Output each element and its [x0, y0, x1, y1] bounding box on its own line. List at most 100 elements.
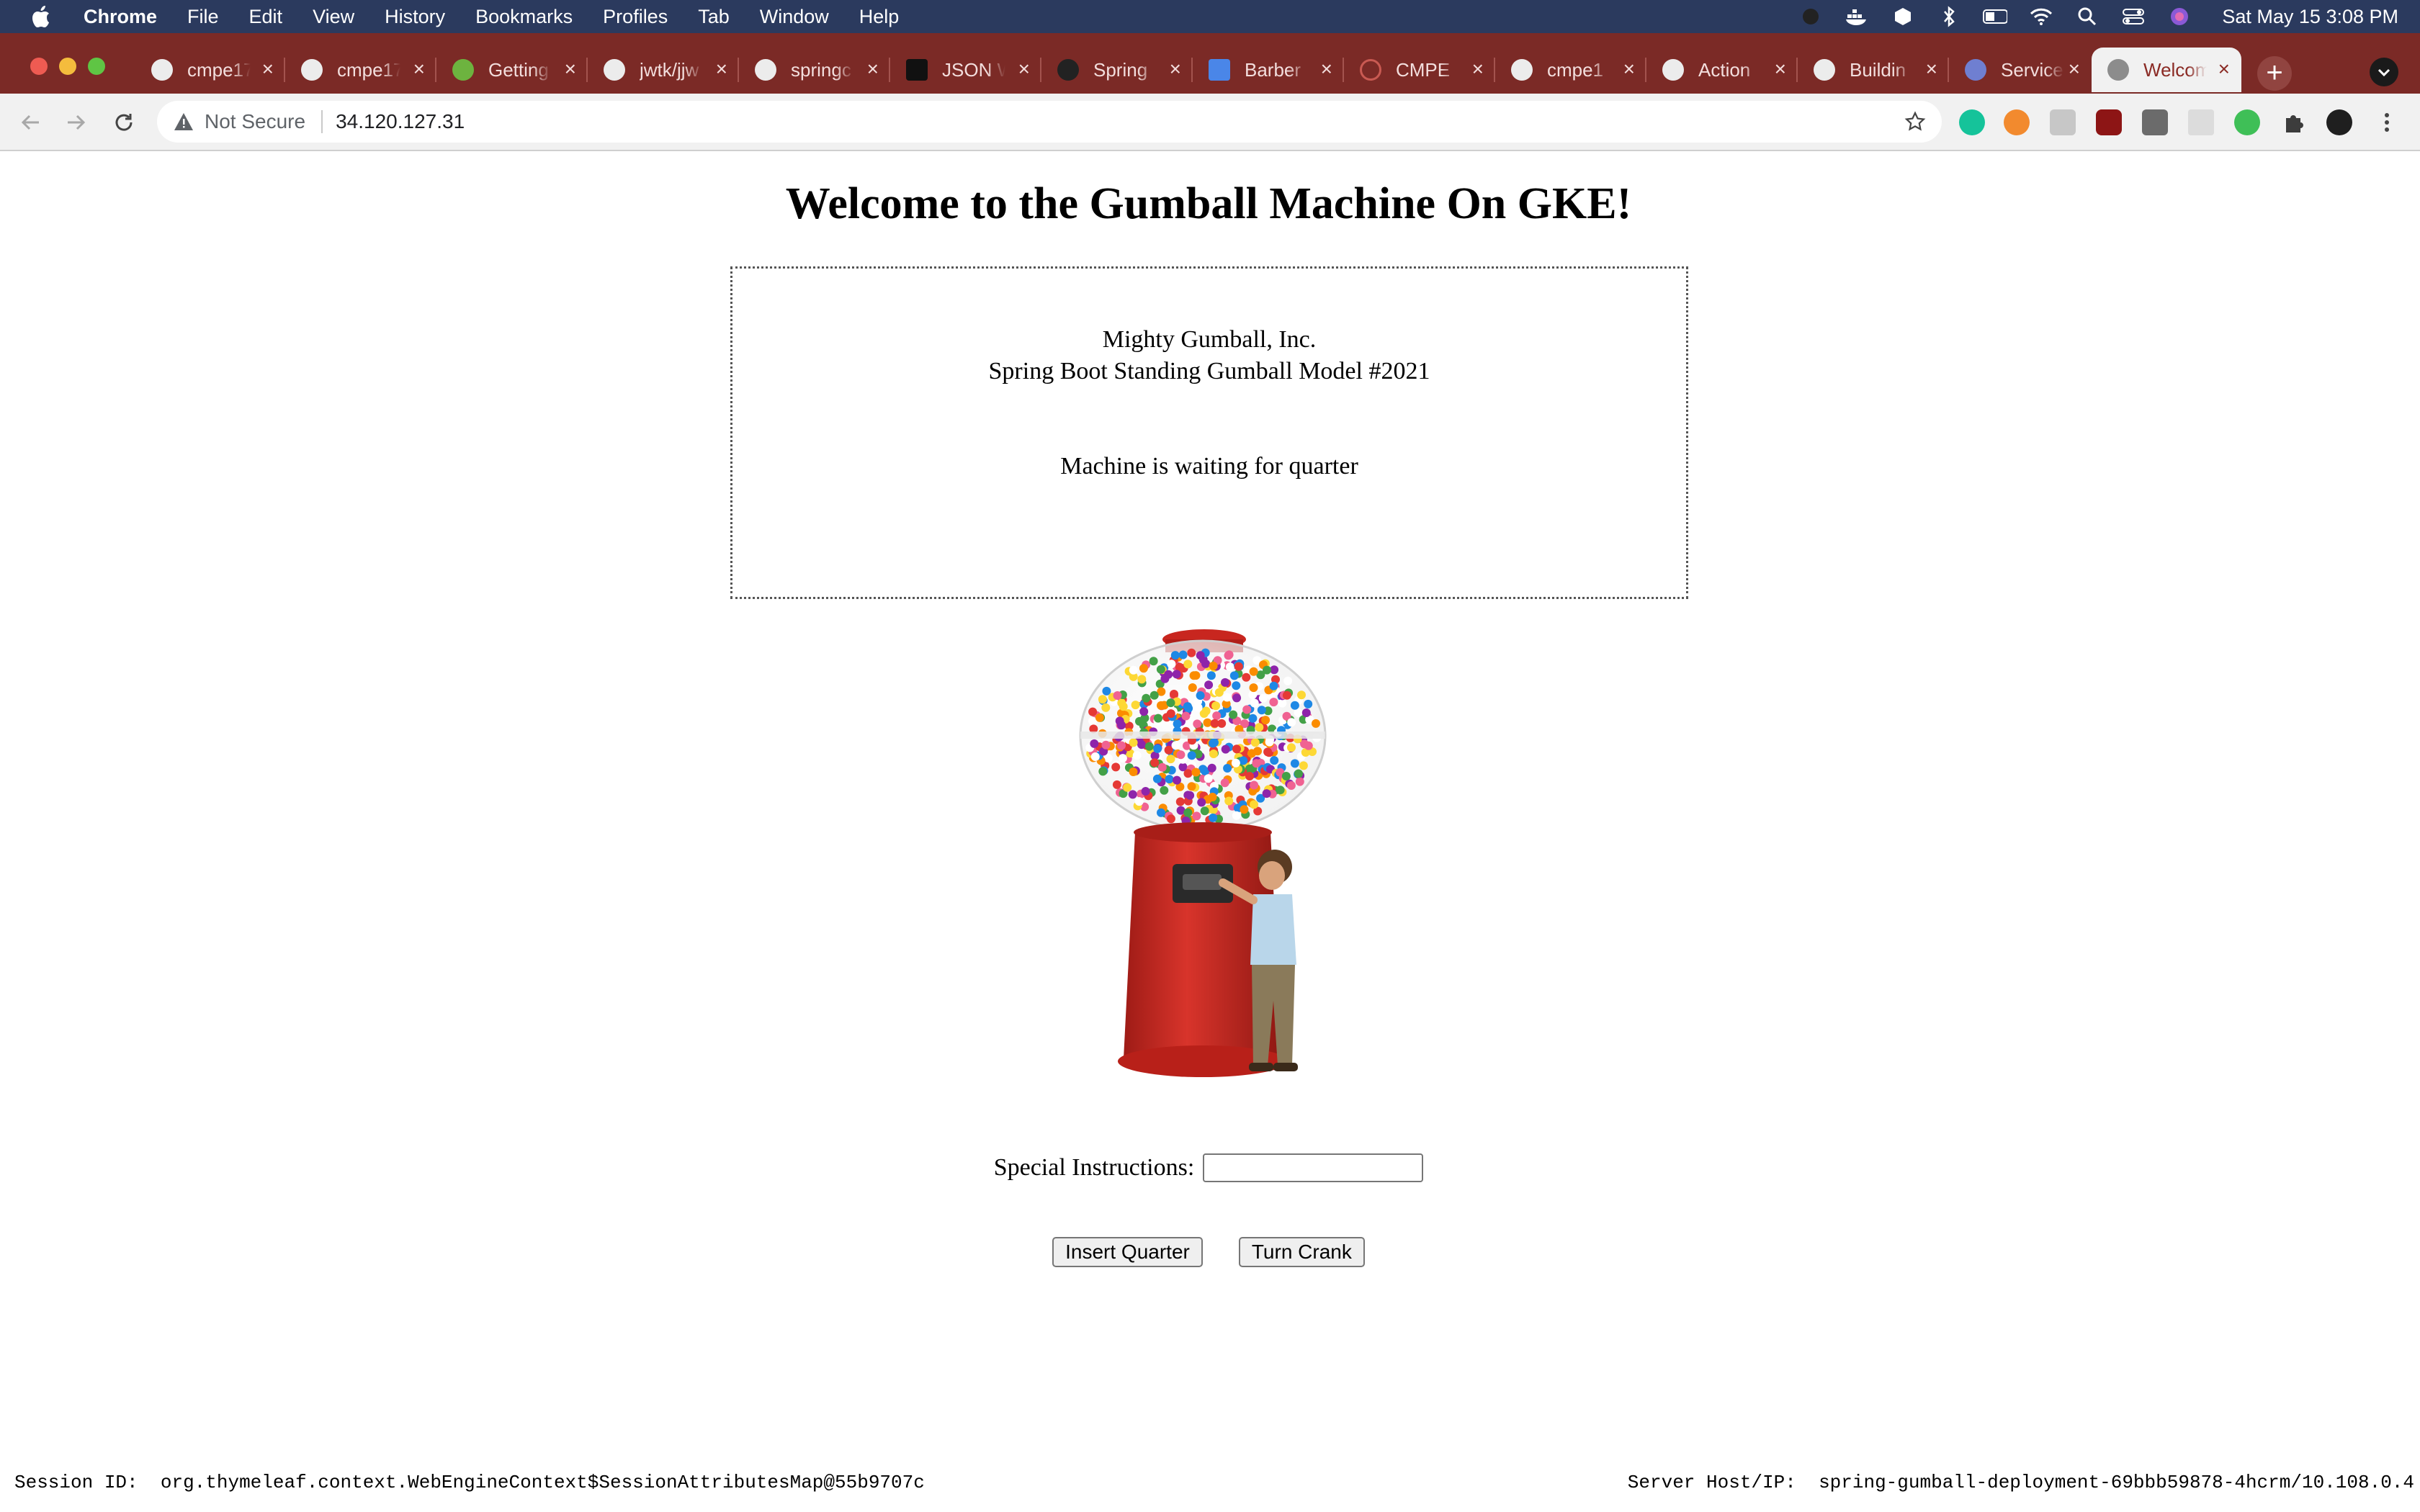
gumball: [1172, 670, 1181, 679]
forward-button[interactable]: [62, 108, 91, 137]
address-bar[interactable]: Not Secure 34.120.127.31: [157, 101, 1942, 143]
special-instructions-input[interactable]: [1203, 1153, 1424, 1182]
gumball: [1160, 674, 1170, 683]
close-window-icon[interactable]: [30, 58, 48, 75]
siri-icon[interactable]: [2167, 6, 2192, 27]
menubar-clock[interactable]: Sat May 15 3:08 PM: [2222, 6, 2398, 28]
close-tab-icon[interactable]: ×: [1775, 59, 1786, 79]
gumball: [1214, 688, 1224, 697]
browser-tab[interactable]: CMPE ×: [1344, 48, 1495, 92]
insert-quarter-button[interactable]: Insert Quarter: [1052, 1237, 1203, 1267]
profile-avatar[interactable]: [2326, 109, 2352, 135]
apple-logo-icon[interactable]: [29, 4, 53, 29]
close-tab-icon[interactable]: ×: [716, 59, 727, 79]
browser-tab[interactable]: springc ×: [739, 48, 890, 92]
control-center-icon[interactable]: [2121, 6, 2146, 27]
gumball: [1265, 737, 1274, 747]
kebab-menu-icon[interactable]: [2374, 109, 2400, 135]
gumball: [1297, 690, 1306, 700]
menu-history[interactable]: History: [385, 6, 445, 28]
gumball: [1166, 814, 1175, 824]
close-tab-icon[interactable]: ×: [1321, 59, 1332, 79]
gumball: [1250, 780, 1259, 790]
green-extension-icon[interactable]: [2234, 109, 2260, 135]
browser-tab[interactable]: Getting ×: [436, 48, 588, 92]
close-tab-icon[interactable]: ×: [1623, 59, 1635, 79]
browser-tab[interactable]: Action ×: [1646, 48, 1798, 92]
security-label[interactable]: Not Secure: [205, 110, 305, 133]
browser-tab[interactable]: Service ×: [1949, 48, 2092, 92]
close-tab-icon[interactable]: ×: [1018, 59, 1030, 79]
browser-tab[interactable]: jwtk/jjw ×: [588, 48, 739, 92]
bookmark-star-icon[interactable]: [1904, 111, 1926, 132]
gumball: [1201, 659, 1210, 668]
browser-tab[interactable]: Buildin ×: [1798, 48, 1949, 92]
battery-icon[interactable]: [1983, 6, 2008, 27]
gray-extension-icon[interactable]: [2050, 109, 2076, 135]
gumball: [1149, 657, 1158, 666]
wifi-icon[interactable]: [2029, 6, 2053, 27]
close-tab-icon[interactable]: ×: [1170, 59, 1181, 79]
close-tab-icon[interactable]: ×: [2069, 59, 2080, 79]
gumball: [1231, 758, 1240, 768]
gumball: [1166, 709, 1175, 719]
gumball: [1187, 648, 1196, 657]
gumball: [1196, 651, 1205, 660]
close-tab-icon[interactable]: ×: [1926, 59, 1937, 79]
orange-extension-icon[interactable]: [2004, 109, 2030, 135]
spotlight-search-icon[interactable]: [2075, 6, 2099, 27]
menu-edit[interactable]: Edit: [249, 6, 283, 28]
record-icon[interactable]: [1798, 6, 1823, 27]
browser-tab[interactable]: Spring ×: [1041, 48, 1193, 92]
gumball: [1186, 791, 1195, 800]
close-tab-icon[interactable]: ×: [1472, 59, 1484, 79]
menu-bookmarks[interactable]: Bookmarks: [475, 6, 573, 28]
kubernetes-icon: [1965, 59, 1986, 81]
window-extension-icon[interactable]: [2188, 109, 2214, 135]
back-button[interactable]: [16, 108, 45, 137]
browser-tab[interactable]: cmpe17 ×: [285, 48, 436, 92]
menu-view[interactable]: View: [313, 6, 354, 28]
close-tab-icon[interactable]: ×: [2218, 59, 2230, 79]
grammarly-extension-icon[interactable]: [1959, 109, 1985, 135]
close-tab-icon[interactable]: ×: [867, 59, 879, 79]
menu-file[interactable]: File: [187, 6, 219, 28]
gumball: [1210, 738, 1219, 747]
new-tab-button[interactable]: +: [2257, 56, 2292, 91]
gumball: [1257, 706, 1266, 715]
tab-search-button[interactable]: [2370, 58, 2398, 86]
turn-crank-button[interactable]: Turn Crank: [1238, 1237, 1365, 1267]
browser-tab[interactable]: Barber ×: [1193, 48, 1344, 92]
browser-tab[interactable]: JSON W ×: [890, 48, 1041, 92]
menu-help[interactable]: Help: [859, 6, 900, 28]
zoom-window-icon[interactable]: [88, 58, 105, 75]
minimize-window-icon[interactable]: [59, 58, 76, 75]
menu-tab[interactable]: Tab: [698, 6, 730, 28]
tab-title: Getting: [488, 58, 549, 81]
close-tab-icon[interactable]: ×: [413, 59, 425, 79]
puzzle-extensions-icon[interactable]: [2280, 109, 2306, 135]
menu-app-name[interactable]: Chrome: [84, 6, 157, 28]
warning-icon[interactable]: [173, 111, 194, 132]
browser-tab[interactable]: cmpe1 ×: [1495, 48, 1646, 92]
docker-icon[interactable]: [1845, 6, 1869, 27]
close-tab-icon[interactable]: ×: [565, 59, 576, 79]
docs-icon: [1209, 59, 1230, 81]
ublock-extension-icon[interactable]: [2096, 109, 2122, 135]
gumball: [1250, 738, 1260, 747]
menu-profiles[interactable]: Profiles: [603, 6, 668, 28]
special-instructions-row: Special Instructions:: [0, 1153, 2417, 1182]
close-tab-icon[interactable]: ×: [262, 59, 274, 79]
browser-tab[interactable]: cmpe17 ×: [135, 48, 285, 92]
bluetooth-icon[interactable]: [1937, 6, 1961, 27]
reload-button[interactable]: [109, 108, 138, 137]
url-text[interactable]: 34.120.127.31: [336, 110, 465, 133]
gumball: [1304, 741, 1313, 750]
box-icon[interactable]: [1891, 6, 1915, 27]
gumball: [1098, 695, 1107, 704]
gumball: [1290, 759, 1299, 768]
menu-window[interactable]: Window: [760, 6, 829, 28]
browser-tab-active[interactable]: Welcom ×: [2092, 48, 2241, 92]
gumball: [1170, 651, 1180, 660]
dark-extension-icon[interactable]: [2142, 109, 2168, 135]
